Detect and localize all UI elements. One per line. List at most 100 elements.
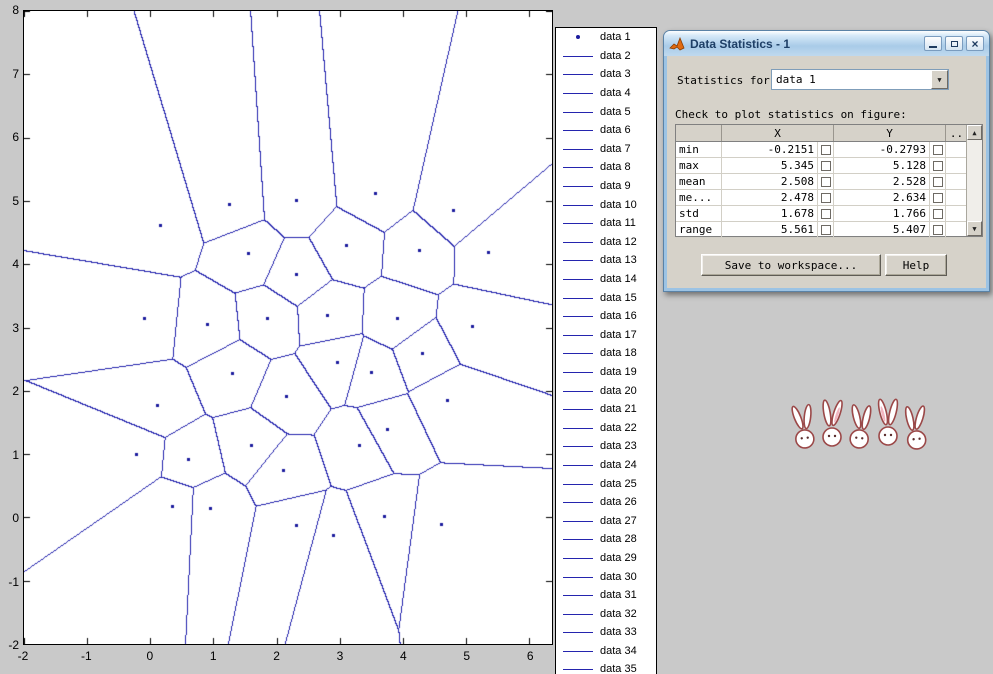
legend-marker-dot: [576, 35, 580, 40]
stat-y-checkbox[interactable]: [932, 192, 943, 203]
legend-line-sample: [563, 148, 593, 150]
x-tick-label: 0: [146, 649, 154, 663]
x-tick-label: -1: [81, 649, 92, 663]
y-tick-label: 5: [12, 193, 19, 208]
legend-entry-label: data 34: [600, 644, 637, 657]
legend-entry-label: data 35: [600, 663, 637, 674]
legend-sample-line: [563, 646, 593, 656]
legend-entry: data 34: [556, 642, 656, 661]
x-tick-label: 6: [526, 649, 534, 663]
legend-entry-label: data 23: [600, 440, 637, 453]
minimize-button[interactable]: [924, 36, 942, 51]
legend-line-sample: [563, 539, 593, 541]
legend-sample-line: [563, 88, 593, 98]
legend-line-sample: [563, 74, 593, 76]
stat-x-checkbox[interactable]: [820, 176, 831, 187]
legend-line-sample: [563, 446, 593, 448]
stat-y-checkbox[interactable]: [932, 176, 943, 187]
table-header: X Y ..: [676, 125, 982, 142]
stat-y-checkbox[interactable]: [932, 208, 943, 219]
legend-entry-label: data 21: [600, 403, 637, 416]
legend-sample-line: [563, 460, 593, 470]
save-to-workspace-button[interactable]: Save to workspace...: [701, 254, 881, 276]
legend-entry: data 4: [556, 84, 656, 103]
stat-x-checkbox[interactable]: [820, 160, 831, 171]
stat-y-value: 1.766: [834, 206, 930, 221]
legend-entry-label: data 7: [600, 142, 631, 155]
legend-line-sample: [563, 613, 593, 615]
stat-name: std: [676, 206, 722, 221]
legend-line-sample: [563, 595, 593, 597]
legend-entry: data 21: [556, 400, 656, 419]
stat-extra-cell: [946, 206, 968, 221]
chevron-down-icon[interactable]: ▼: [931, 70, 948, 89]
legend-entry: data 1: [556, 28, 656, 47]
legend-line-sample: [563, 390, 593, 392]
legend[interactable]: data 1 data 2 data 3 data 4 data 5 data 6 data…: [555, 27, 657, 674]
legend-entry: data 7: [556, 140, 656, 159]
stat-y-checkbox[interactable]: [932, 160, 943, 171]
legend-line-sample: [563, 130, 593, 132]
close-button[interactable]: ×: [966, 36, 984, 51]
scroll-up-icon[interactable]: ▲: [967, 125, 982, 140]
stat-extra-cell: [946, 190, 968, 205]
legend-sample-line: [563, 274, 593, 284]
y-tick-label: -1: [8, 574, 19, 589]
y-tick-label: 3: [12, 320, 19, 335]
legend-entry-label: data 5: [600, 105, 631, 118]
data-statistics-dialog: Data Statistics - 1 × Statistics for dat…: [663, 30, 990, 292]
legend-entry: data 14: [556, 270, 656, 289]
legend-entry: data 6: [556, 121, 656, 140]
help-button[interactable]: Help: [885, 254, 947, 276]
stat-y-checkbox[interactable]: [932, 224, 943, 235]
stat-name: mean: [676, 174, 722, 189]
stat-x-checkbox[interactable]: [820, 192, 831, 203]
dataset-dropdown[interactable]: data 1 ▼: [771, 69, 949, 90]
stat-y-checkbox[interactable]: [932, 144, 943, 155]
legend-entry: data 17: [556, 326, 656, 345]
legend-sample-line: [563, 534, 593, 544]
stat-name: max: [676, 158, 722, 173]
legend-sample-line: [563, 293, 593, 303]
stat-extra-cell: [946, 158, 968, 173]
y-tick-label: 1: [12, 447, 19, 462]
restore-button[interactable]: [945, 36, 963, 51]
stat-x-checkbox[interactable]: [820, 224, 831, 235]
dialog-titlebar[interactable]: Data Statistics - 1 ×: [664, 31, 989, 56]
y-tick-label: 4: [12, 257, 19, 271]
legend-entry-label: data 12: [600, 235, 637, 248]
legend-entry: data 15: [556, 288, 656, 307]
table-scrollbar[interactable]: ▲ ▼: [966, 125, 982, 236]
x-tick-label: 2: [273, 649, 280, 663]
legend-entry-label: data 27: [600, 514, 637, 527]
legend-sample-line: [563, 479, 593, 489]
legend-sample-line: [563, 330, 593, 340]
legend-entry: data 29: [556, 549, 656, 568]
stat-x-checkbox[interactable]: [820, 208, 831, 219]
legend-sample-line: [563, 627, 593, 637]
stat-name: min: [676, 142, 722, 157]
legend-entry-label: data 16: [600, 310, 637, 323]
legend-entry-label: data 19: [600, 365, 637, 378]
legend-entry-label: data 31: [600, 589, 637, 602]
legend-line-sample: [563, 55, 593, 57]
legend-entry-label: data 15: [600, 291, 637, 304]
legend-sample-line: [563, 348, 593, 358]
legend-line-sample: [563, 502, 593, 504]
stat-x-value: 1.678: [722, 206, 818, 221]
stat-extra-cell: [946, 222, 968, 237]
legend-line-sample: [563, 186, 593, 188]
stat-x-checkbox[interactable]: [820, 144, 831, 155]
legend-sample-line: [563, 107, 593, 117]
y-tick-label: 0: [12, 511, 19, 525]
legend-line-sample: [563, 316, 593, 318]
scroll-down-icon[interactable]: ▼: [967, 221, 982, 236]
stat-y-value: -0.2793: [834, 142, 930, 157]
legend-line-sample: [563, 167, 593, 169]
legend-line-sample: [563, 632, 593, 634]
legend-line-sample: [563, 334, 593, 336]
legend-sample-line: [563, 441, 593, 451]
legend-line-sample: [563, 279, 593, 281]
dialog-title: Data Statistics - 1: [690, 36, 791, 51]
legend-sample-line: [563, 609, 593, 619]
